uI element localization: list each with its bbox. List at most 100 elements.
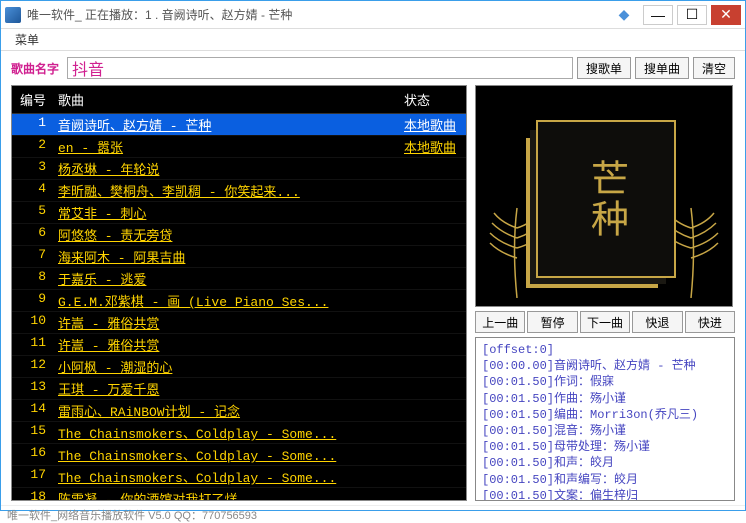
row-num: 15 xyxy=(12,422,52,443)
row-status xyxy=(398,202,466,223)
app-icon xyxy=(5,7,21,23)
row-status xyxy=(398,312,466,333)
table-row[interactable]: 12小阿枫 - 潮湿的心 xyxy=(12,356,466,378)
col-status: 状态 xyxy=(398,86,466,113)
row-status xyxy=(398,334,466,355)
table-row[interactable]: 1音阙诗听、赵方婧 - 芒种本地歌曲 xyxy=(12,114,466,136)
window-title: 唯一软件_ 正在播放：1 . 音阙诗听、赵方婧 - 芒种 xyxy=(27,6,605,23)
row-num: 10 xyxy=(12,312,52,333)
lyric-line: [offset:0] xyxy=(482,342,728,358)
rewind-button[interactable]: 快退 xyxy=(632,311,682,333)
row-song: 李昕融、樊桐舟、李凯稠 - 你笑起来... xyxy=(52,180,398,201)
table-row[interactable]: 11许嵩 - 雅俗共赏 xyxy=(12,334,466,356)
table-row[interactable]: 2en - 嚣张本地歌曲 xyxy=(12,136,466,158)
row-num: 2 xyxy=(12,136,52,157)
row-num: 11 xyxy=(12,334,52,355)
row-num: 1 xyxy=(12,114,52,135)
row-status xyxy=(398,290,466,311)
row-song: The Chainsmokers、Coldplay - Some... xyxy=(52,422,398,443)
search-list-button[interactable]: 搜歌单 xyxy=(577,57,631,79)
table-row[interactable]: 3杨丞琳 - 年轮说 xyxy=(12,158,466,180)
row-song: 海来阿木 - 阿果吉曲 xyxy=(52,246,398,267)
prev-button[interactable]: 上一曲 xyxy=(475,311,525,333)
row-status xyxy=(398,444,466,465)
row-song: G.E.M.邓紫棋 - 画 (Live Piano Ses... xyxy=(52,290,398,311)
player-controls: 上一曲 暂停 下一曲 快退 快进 xyxy=(475,311,735,333)
row-status xyxy=(398,378,466,399)
row-num: 5 xyxy=(12,202,52,223)
lyric-line: [00:01.50]文案：偏生梓归 xyxy=(482,488,728,501)
titlebar: 唯一软件_ 正在播放：1 . 音阙诗听、赵方婧 - 芒种 ◆ — ☐ ✕ xyxy=(1,1,745,29)
song-list[interactable]: 编号 歌曲 状态 1音阙诗听、赵方婧 - 芒种本地歌曲2en - 嚣张本地歌曲3… xyxy=(11,85,467,501)
row-num: 7 xyxy=(12,246,52,267)
row-song: 陈雪凝 - 你的酒馆对我打了烊 xyxy=(52,488,398,501)
row-status xyxy=(398,422,466,443)
maximize-button[interactable]: ☐ xyxy=(677,5,707,25)
row-num: 8 xyxy=(12,268,52,289)
lyric-line: [00:01.50]和声编写：皎月 xyxy=(482,472,728,488)
row-num: 4 xyxy=(12,180,52,201)
row-status xyxy=(398,224,466,245)
lyric-line: [00:01.50]编曲：Morri3on(乔凡三) xyxy=(482,407,728,423)
row-song: 阿悠悠 - 责无旁贷 xyxy=(52,224,398,245)
table-row[interactable]: 6阿悠悠 - 责无旁贷 xyxy=(12,224,466,246)
row-num: 3 xyxy=(12,158,52,179)
lyric-line: [00:01.50]混音：殇小谨 xyxy=(482,423,728,439)
row-num: 18 xyxy=(12,488,52,501)
clear-button[interactable]: 清空 xyxy=(693,57,735,79)
row-status xyxy=(398,158,466,179)
table-row[interactable]: 16The Chainsmokers、Coldplay - Some... xyxy=(12,444,466,466)
table-row[interactable]: 10许嵩 - 雅俗共赏 xyxy=(12,312,466,334)
fastforward-button[interactable]: 快进 xyxy=(685,311,735,333)
minimize-button[interactable]: — xyxy=(643,5,673,25)
lyric-line: [00:00.00]音阙诗听、赵方婧 - 芒种 xyxy=(482,358,728,374)
table-row[interactable]: 13王琪 - 万爱千恩 xyxy=(12,378,466,400)
search-song-button[interactable]: 搜单曲 xyxy=(635,57,689,79)
row-num: 12 xyxy=(12,356,52,377)
table-row[interactable]: 8于嘉乐 - 逃爱 xyxy=(12,268,466,290)
row-song: 于嘉乐 - 逃爱 xyxy=(52,268,398,289)
row-song: 音阙诗听、赵方婧 - 芒种 xyxy=(52,114,398,135)
close-button[interactable]: ✕ xyxy=(711,5,741,25)
row-status xyxy=(398,246,466,267)
row-status: 本地歌曲 xyxy=(398,136,466,157)
row-num: 9 xyxy=(12,290,52,311)
row-song: en - 嚣张 xyxy=(52,136,398,157)
row-status xyxy=(398,268,466,289)
table-row[interactable]: 18陈雪凝 - 你的酒馆对我打了烊 xyxy=(12,488,466,501)
col-num: 编号 xyxy=(12,86,52,113)
row-song: 许嵩 - 雅俗共赏 xyxy=(52,334,398,355)
row-song: 杨丞琳 - 年轮说 xyxy=(52,158,398,179)
album-art: 芒种 xyxy=(475,85,733,307)
col-song: 歌曲 xyxy=(52,86,398,113)
row-status xyxy=(398,466,466,487)
next-button[interactable]: 下一曲 xyxy=(580,311,630,333)
list-header: 编号 歌曲 状态 xyxy=(12,86,466,114)
table-row[interactable]: 9G.E.M.邓紫棋 - 画 (Live Piano Ses... xyxy=(12,290,466,312)
row-num: 16 xyxy=(12,444,52,465)
row-song: 王琪 - 万爱千恩 xyxy=(52,378,398,399)
row-num: 13 xyxy=(12,378,52,399)
help-icon[interactable]: ◆ xyxy=(609,5,639,25)
lyric-line: [00:01.50]母带处理：殇小谨 xyxy=(482,439,728,455)
row-num: 6 xyxy=(12,224,52,245)
lyric-line: [00:01.50]作曲：殇小谨 xyxy=(482,391,728,407)
row-num: 14 xyxy=(12,400,52,421)
table-row[interactable]: 15The Chainsmokers、Coldplay - Some... xyxy=(12,422,466,444)
pause-button[interactable]: 暂停 xyxy=(527,311,577,333)
table-row[interactable]: 5常艾非 - 刺心 xyxy=(12,202,466,224)
menu-main[interactable]: 菜单 xyxy=(9,31,45,49)
album-title: 芒种 xyxy=(579,159,634,239)
search-label: 歌曲名字 xyxy=(11,60,59,77)
table-row[interactable]: 14雷雨心、RAiNBOW计划 - 记念 xyxy=(12,400,466,422)
search-input[interactable] xyxy=(67,57,573,79)
row-song: The Chainsmokers、Coldplay - Some... xyxy=(52,466,398,487)
table-row[interactable]: 17The Chainsmokers、Coldplay - Some... xyxy=(12,466,466,488)
row-song: 常艾非 - 刺心 xyxy=(52,202,398,223)
table-row[interactable]: 4李昕融、樊桐舟、李凯稠 - 你笑起来... xyxy=(12,180,466,202)
lyric-line: [00:01.50]和声：皎月 xyxy=(482,455,728,471)
table-row[interactable]: 7海来阿木 - 阿果吉曲 xyxy=(12,246,466,268)
lyric-line: [00:01.50]作词：假寐 xyxy=(482,374,728,390)
lyrics-panel[interactable]: [offset:0][00:00.00]音阙诗听、赵方婧 - 芒种[00:01.… xyxy=(475,337,735,501)
row-status xyxy=(398,180,466,201)
